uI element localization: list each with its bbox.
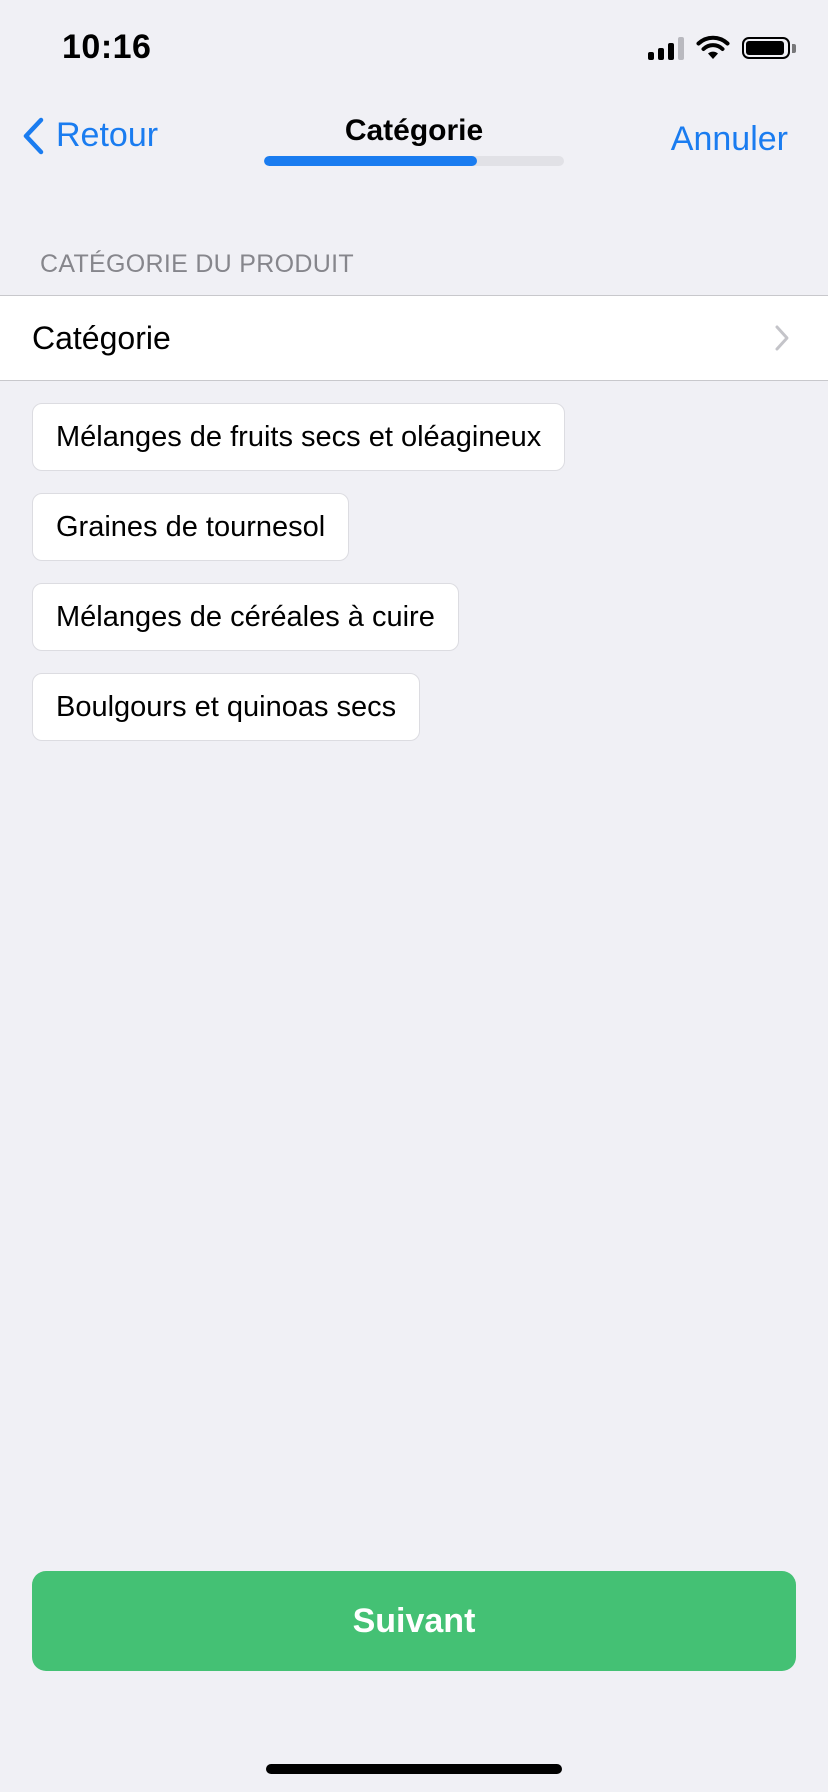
status-icons xyxy=(648,35,796,61)
cancel-button[interactable]: Annuler xyxy=(671,120,788,159)
signal-icon xyxy=(648,36,684,60)
suggestion-chip[interactable]: Mélanges de céréales à cuire xyxy=(32,583,459,651)
suggestion-chip[interactable]: Graines de tournesol xyxy=(32,493,350,561)
category-select-row[interactable]: Catégorie xyxy=(0,295,828,381)
progress-bar xyxy=(264,156,564,166)
wifi-icon xyxy=(696,35,730,59)
chevron-left-icon xyxy=(23,117,44,154)
status-bar: 10:16 xyxy=(0,0,828,96)
home-indicator xyxy=(266,1764,562,1774)
progress-bar-fill xyxy=(264,156,477,166)
navigation-bar: Retour Catégorie Annuler xyxy=(0,96,828,196)
back-button-label: Retour xyxy=(56,116,159,154)
page-title: Catégorie xyxy=(344,114,484,147)
category-suggestions: Mélanges de fruits secs et oléagineux Gr… xyxy=(32,403,566,741)
category-row-label: Catégorie xyxy=(32,320,171,356)
suggestion-chip[interactable]: Mélanges de fruits secs et oléagineux xyxy=(32,403,566,471)
back-button[interactable]: Retour xyxy=(22,116,158,155)
section-header: CATÉGORIE DU PRODUIT xyxy=(40,250,354,278)
suggestion-chip[interactable]: Boulgours et quinoas secs xyxy=(32,673,421,741)
battery-icon xyxy=(742,37,796,59)
chevron-right-icon xyxy=(775,325,789,351)
next-button[interactable]: Suivant xyxy=(32,1571,796,1671)
status-time: 10:16 xyxy=(62,28,152,66)
